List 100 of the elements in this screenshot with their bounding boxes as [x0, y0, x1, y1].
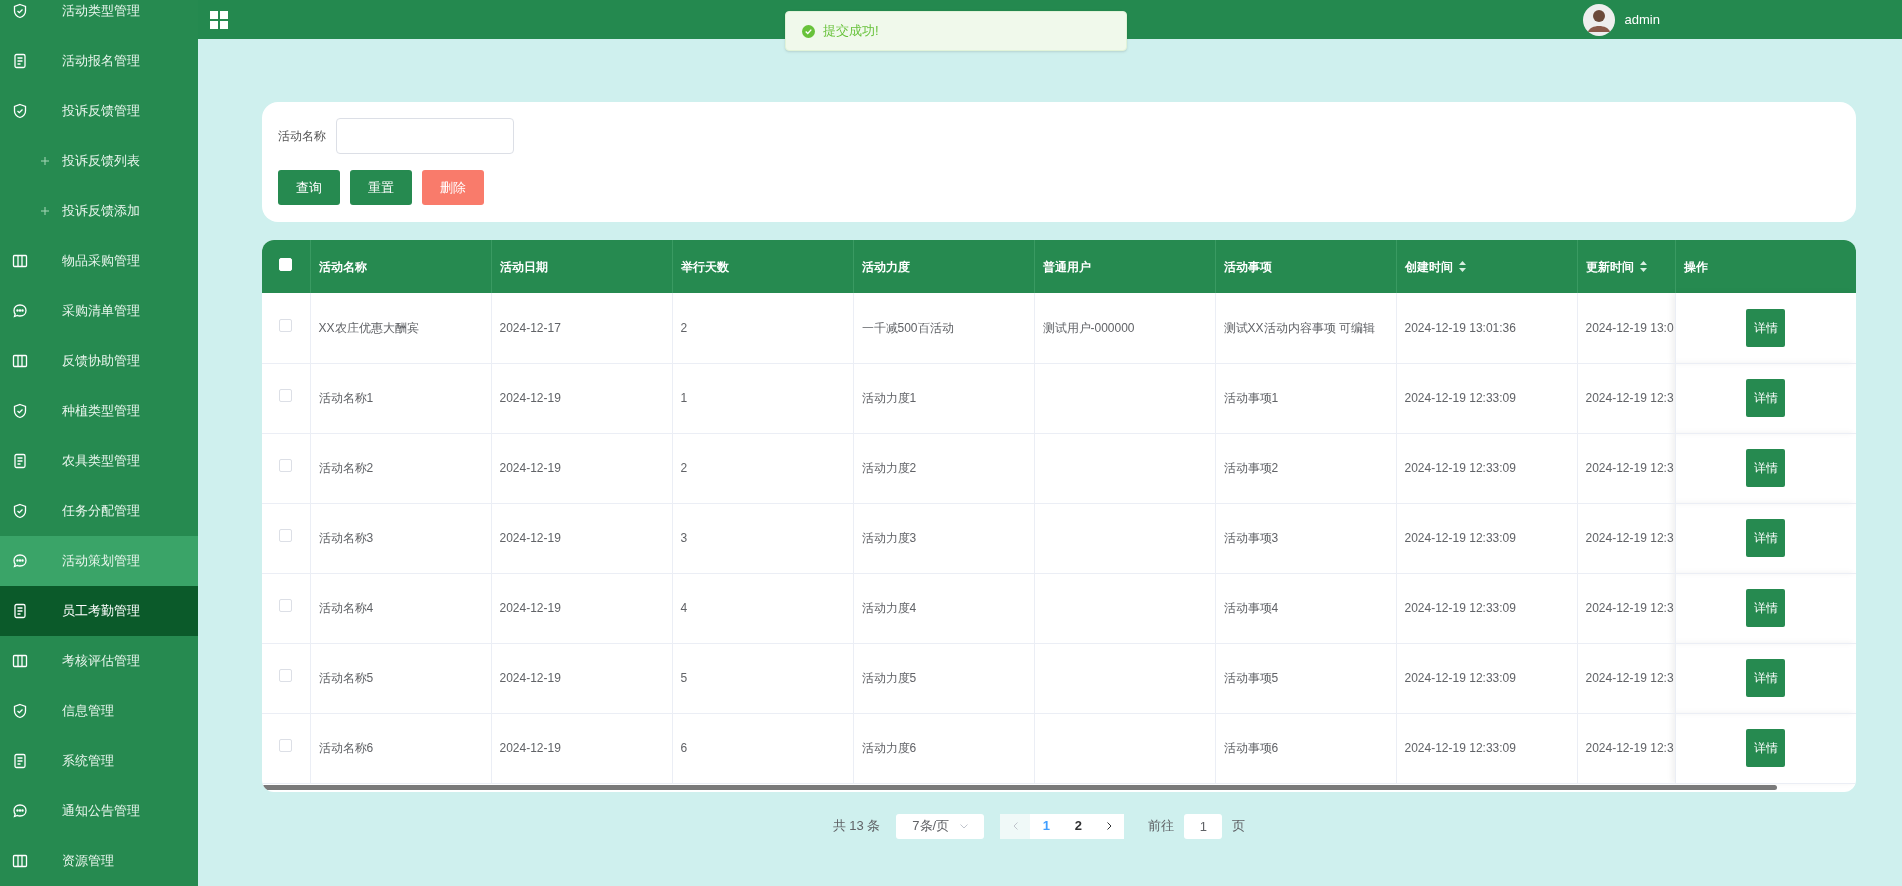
table-cell: 测试XX活动内容事项 可编辑 [1215, 293, 1396, 363]
plus-icon [40, 206, 50, 216]
column-header[interactable]: 更新时间 [1577, 240, 1675, 293]
page-button[interactable]: 1 [1030, 813, 1063, 839]
username: admin [1624, 10, 1660, 29]
sidebar-item[interactable]: 通知公告管理 [0, 786, 198, 836]
checkbox[interactable] [279, 739, 293, 752]
toast-message: 提交成功! [823, 22, 879, 41]
sidebar-item[interactable]: 考核评估管理 [0, 636, 198, 686]
sidebar-item[interactable]: 种植类型管理 [0, 386, 198, 436]
table-cell: 2024-12-19 13:01:36 [1396, 293, 1577, 363]
page-input[interactable]: 1 [1184, 813, 1223, 839]
plus-icon [40, 156, 50, 166]
sidebar-item[interactable]: 投诉反馈列表 [0, 136, 198, 186]
table-cell: 2024-12-19 12:33:09 [1396, 503, 1577, 573]
sidebar-item[interactable]: 反馈协助管理 [0, 336, 198, 386]
sort-icon[interactable] [1458, 261, 1466, 272]
table-cell: 2024-12-19 12:33:09 [1396, 433, 1577, 503]
table-cell: 活动力度1 [853, 363, 1034, 433]
sidebar-item[interactable]: 系统管理 [0, 736, 198, 786]
next-page-button[interactable] [1094, 813, 1125, 839]
table-cell: 一千减500百活动 [853, 293, 1034, 363]
table-cell: 活动力度2 [853, 433, 1034, 503]
column-header: 活动名称 [310, 240, 491, 293]
checkbox[interactable] [279, 459, 293, 472]
table-cell: 活动名称4 [310, 573, 491, 643]
details-button[interactable]: 详情 [1746, 449, 1786, 487]
document-icon [12, 53, 28, 69]
sidebar-item[interactable]: 活动类型管理 [0, 0, 198, 36]
avatar[interactable] [1582, 3, 1615, 36]
sidebar-item[interactable]: 资源管理 [0, 836, 198, 886]
table-cell: 2024-12-19 12:3 [1577, 643, 1675, 713]
table-cell: 2024-12-19 [491, 643, 672, 713]
sidebar-item[interactable]: 活动报名管理 [0, 36, 198, 86]
table-cell: 5 [672, 643, 853, 713]
column-header[interactable]: 创建时间 [1396, 240, 1577, 293]
table-cell: 3 [672, 503, 853, 573]
sidebar-item[interactable]: 投诉反馈管理 [0, 86, 198, 136]
sidebar-item[interactable]: 任务分配管理 [0, 486, 198, 536]
document-icon [12, 753, 28, 769]
sidebar-item[interactable]: 农具类型管理 [0, 436, 198, 486]
sidebar-item[interactable]: 活动策划管理 [0, 536, 198, 586]
table-cell: 2024-12-19 [491, 433, 672, 503]
toolbar-button[interactable]: 查询 [278, 170, 340, 205]
details-button[interactable]: 详情 [1746, 729, 1786, 767]
checkbox[interactable] [279, 318, 293, 332]
table-cell: 2 [672, 293, 853, 363]
table-cell: 2 [672, 433, 853, 503]
table-cell: 活动名称6 [310, 713, 491, 783]
table-cell: 活动事项2 [1215, 433, 1396, 503]
shield-icon [12, 3, 28, 19]
table-cell: 2024-12-19 12:33:09 [1396, 363, 1577, 433]
scrollbar[interactable] [262, 785, 1777, 790]
checkbox[interactable] [279, 389, 293, 402]
column-header: 普通用户 [1034, 240, 1215, 293]
document-icon [12, 453, 28, 469]
table-cell: 测试用户-000000 [1034, 293, 1215, 363]
column-header: 举行天数 [672, 240, 853, 293]
table-cell: 2024-12-19 [491, 713, 672, 783]
details-button[interactable]: 详情 [1746, 308, 1786, 347]
table-cell: 2024-12-19 13:0 [1577, 293, 1675, 363]
table-cell: 2024-12-19 12:3 [1577, 713, 1675, 783]
checkbox[interactable] [279, 529, 293, 542]
checkbox[interactable] [279, 599, 293, 612]
toolbar-button[interactable]: 重置 [350, 170, 412, 205]
column-header: 活动力度 [853, 240, 1034, 293]
prev-page-button[interactable] [1000, 813, 1031, 839]
table-cell: XX农庄优惠大酬宾 [310, 293, 491, 363]
table-cell: 2024-12-19 12:33:09 [1396, 573, 1577, 643]
chat-icon [12, 553, 28, 569]
shield-icon [12, 503, 28, 519]
details-button[interactable]: 详情 [1746, 519, 1786, 557]
chat-icon [12, 803, 28, 819]
table-cell: 活动力度6 [853, 713, 1034, 783]
page-button[interactable]: 2 [1062, 813, 1095, 839]
table-cell: 活动名称5 [310, 643, 491, 713]
columns-icon [12, 653, 28, 669]
page-size-select[interactable]: 7条/页 [896, 813, 985, 839]
table-cell: 2024-12-19 [491, 503, 672, 573]
columns-icon [12, 853, 28, 869]
details-button[interactable]: 详情 [1746, 659, 1786, 697]
sidebar-item[interactable]: 员工考勤管理 [0, 586, 198, 636]
toolbar-button[interactable]: 删除 [422, 170, 484, 205]
details-button[interactable]: 详情 [1746, 379, 1786, 417]
table-cell: 2024-12-19 12:3 [1577, 573, 1675, 643]
sort-icon[interactable] [1639, 261, 1647, 272]
table-cell: 活动力度3 [853, 503, 1034, 573]
details-button[interactable]: 详情 [1746, 589, 1786, 627]
sidebar-item[interactable]: 采购清单管理 [0, 286, 198, 336]
sidebar-item[interactable]: 物品采购管理 [0, 236, 198, 286]
column-header: 操作 [1675, 240, 1856, 293]
table-cell: 活动事项3 [1215, 503, 1396, 573]
input-field[interactable] [336, 118, 514, 154]
grid-menu-icon[interactable] [210, 10, 228, 29]
table-cell: 活动名称2 [310, 433, 491, 503]
table-cell: 活动名称1 [310, 363, 491, 433]
column-header: 活动日期 [491, 240, 672, 293]
sidebar-item[interactable]: 信息管理 [0, 686, 198, 736]
sidebar-item[interactable]: 投诉反馈添加 [0, 186, 198, 236]
checkbox[interactable] [279, 669, 293, 682]
